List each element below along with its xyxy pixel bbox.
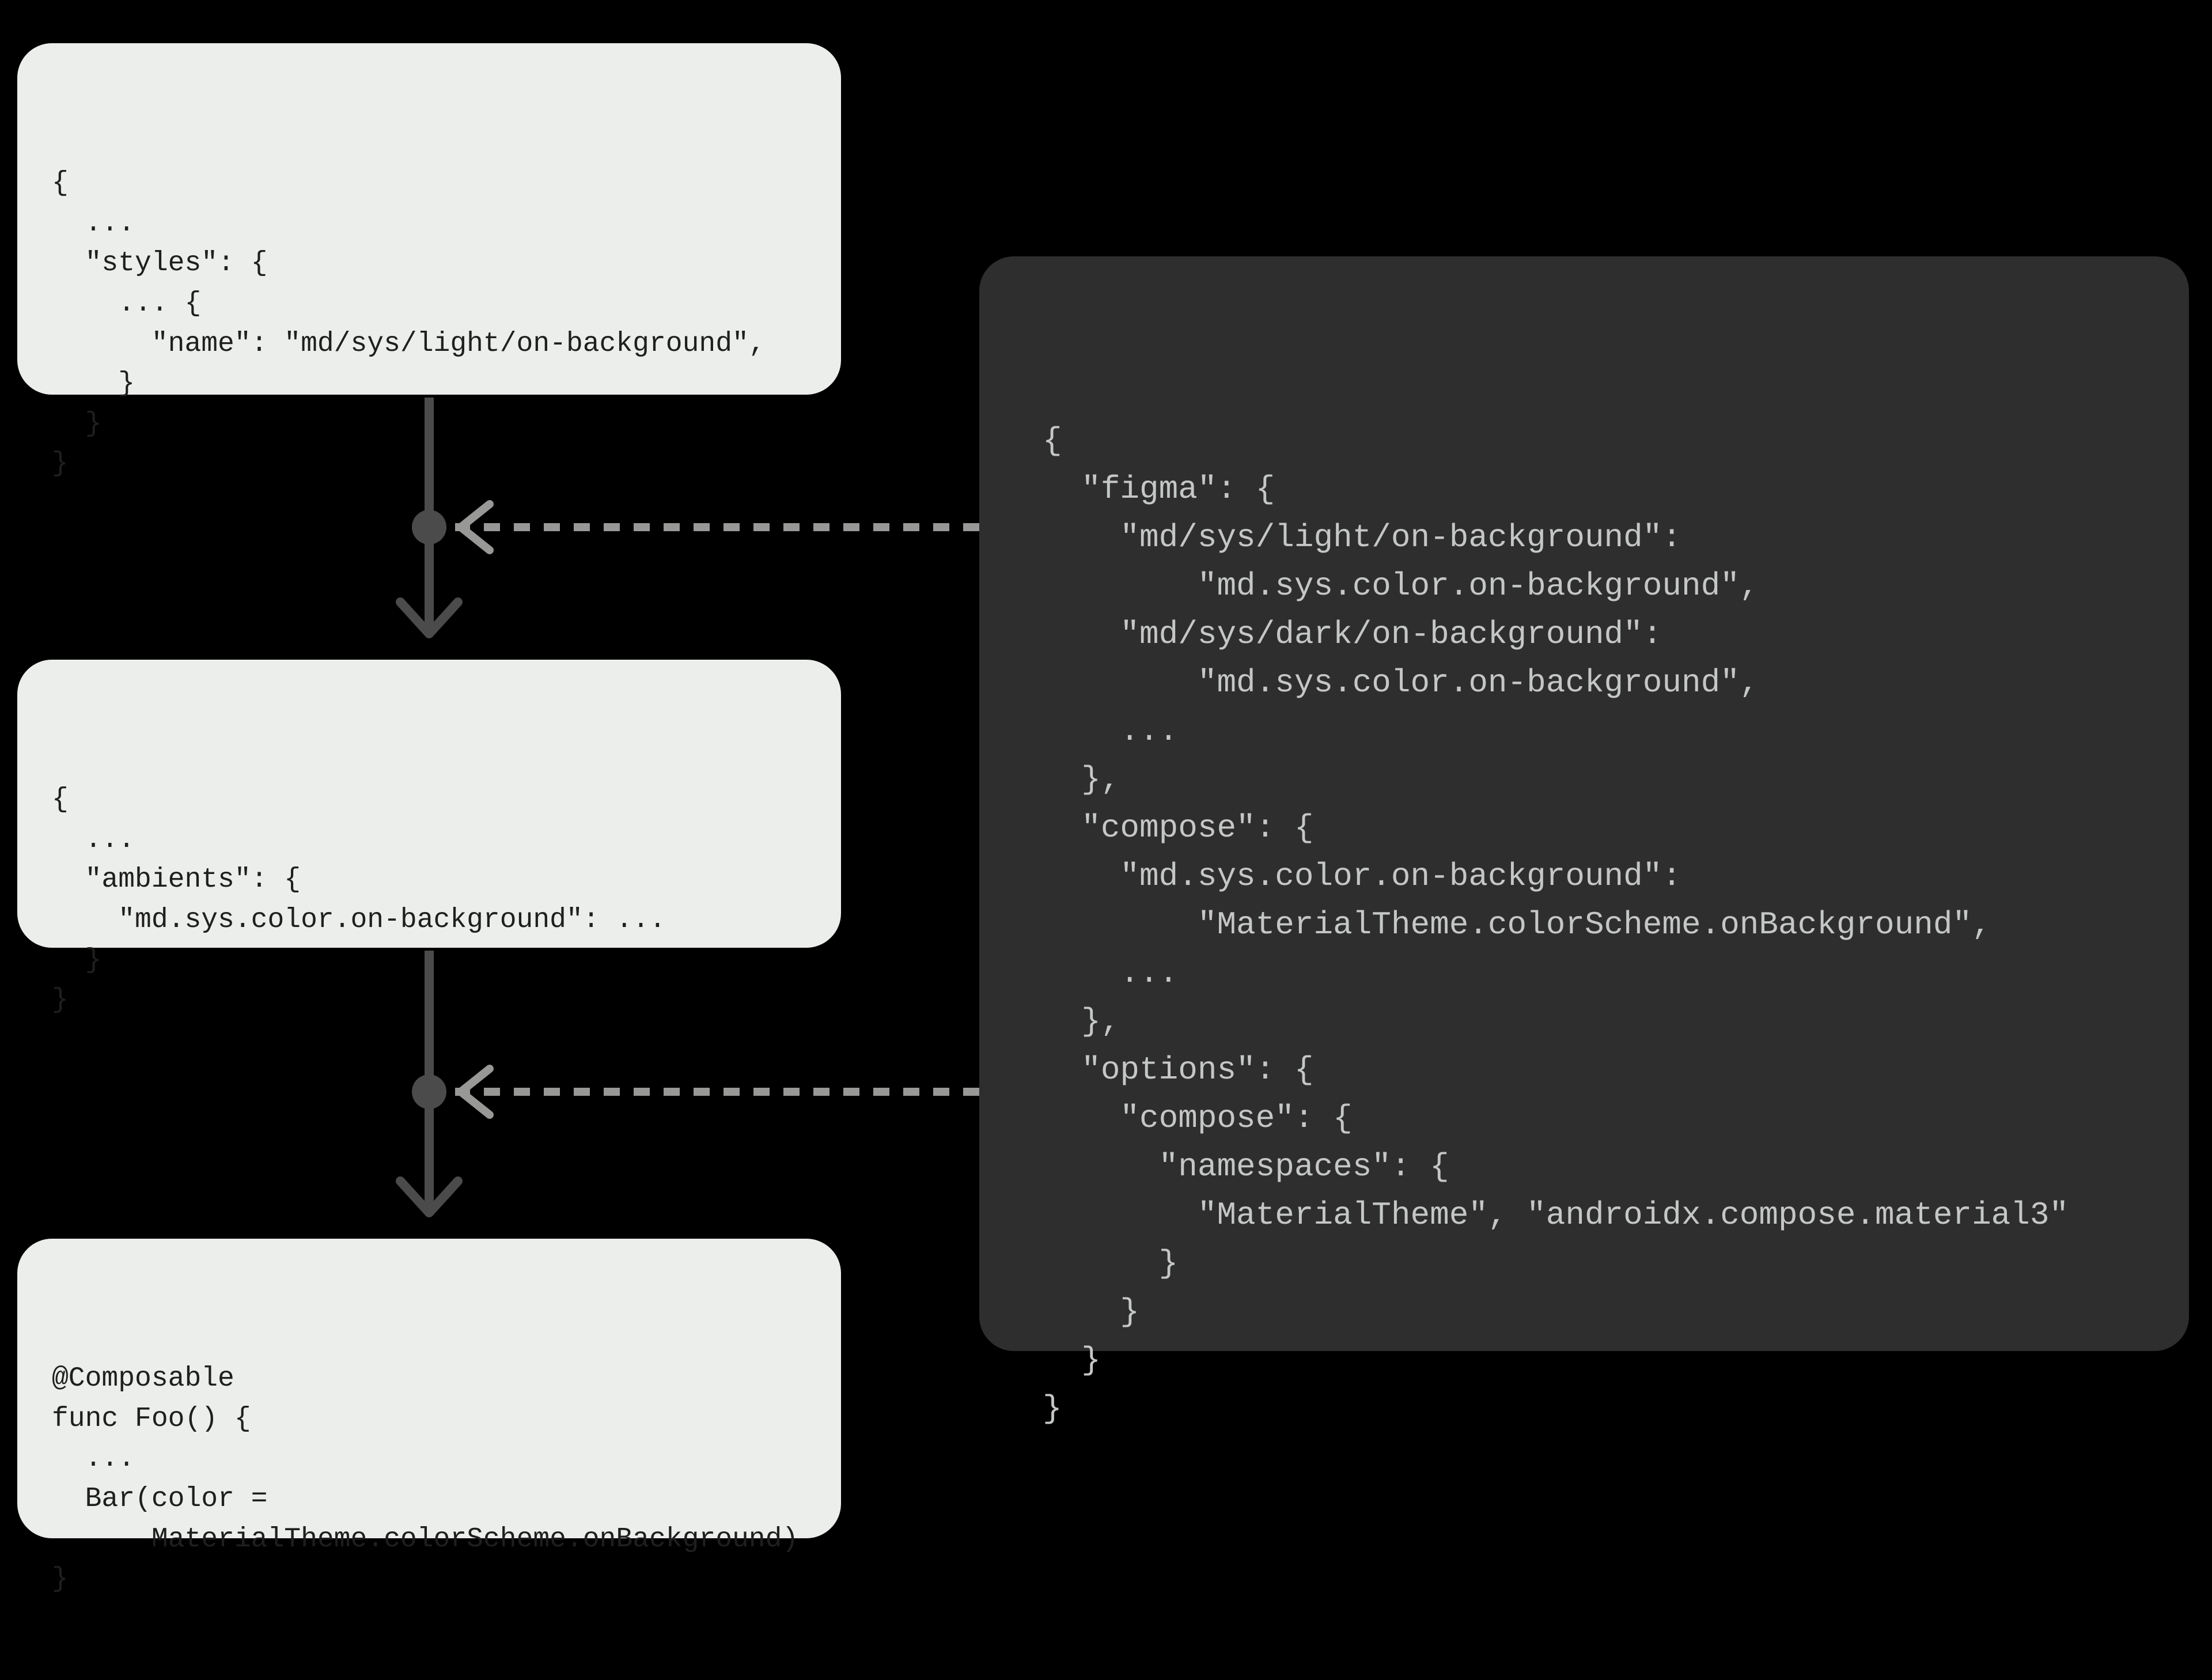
composable-card: @Composable func Foo() { ... Bar(color =… [17,1239,841,1538]
composable-code: @Composable func Foo() { ... Bar(color =… [52,1359,806,1600]
ambients-code: { ... "ambients": { "md.sys.color.on-bac… [52,780,806,1021]
figma-styles-card: { ... "styles": { ... { "name": "md/sys/… [17,43,841,395]
ambients-card: { ... "ambients": { "md.sys.color.on-bac… [17,660,841,948]
config-mapping-code: { "figma": { "md/sys/light/on-background… [1043,417,2126,1433]
config-mapping-card: { "figma": { "md/sys/light/on-background… [979,256,2189,1351]
figma-styles-code: { ... "styles": { ... { "name": "md/sys/… [52,164,806,485]
